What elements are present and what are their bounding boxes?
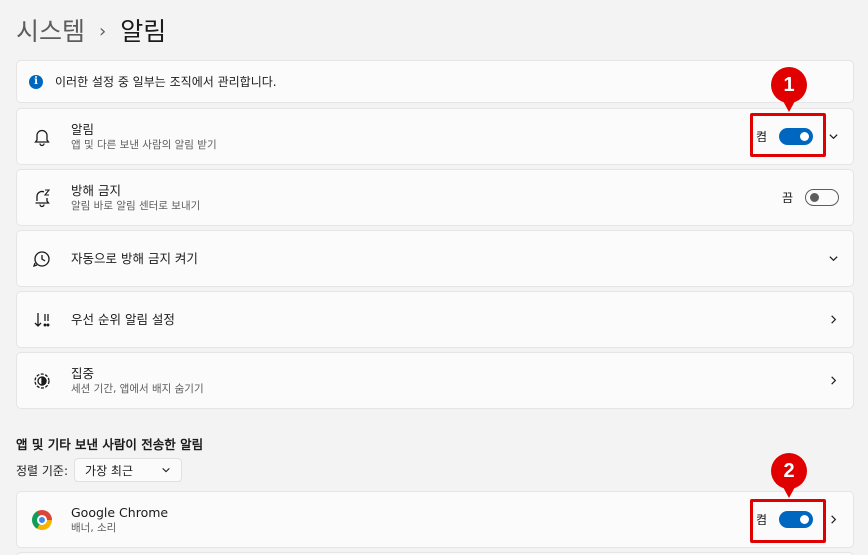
auto-dnd-row[interactable]: 자동으로 방해 금지 켜기 (16, 230, 854, 287)
chevron-down-icon (162, 467, 170, 473)
breadcrumb: 시스템 › 알림 (16, 12, 166, 48)
chevron-down-icon[interactable] (827, 131, 839, 143)
app-row-google-chrome[interactable]: Google Chrome 배너, 소리 켬 (16, 491, 854, 548)
sort-dropdown[interactable]: 가장 최근 (74, 458, 183, 482)
sort-label: 정렬 기준: (16, 463, 69, 478)
annotation-marker-1: 1 (771, 67, 807, 112)
chevron-right-icon[interactable] (827, 375, 839, 387)
notifications-row[interactable]: 알림 앱 및 다른 보낸 사람의 알림 받기 켬 (16, 108, 854, 165)
bell-icon (31, 126, 53, 148)
dnd-toggle[interactable] (805, 189, 839, 206)
chrome-title: Google Chrome (71, 504, 169, 520)
auto-dnd-title: 자동으로 방해 금지 켜기 (71, 251, 198, 266)
sort-row: 정렬 기준: 가장 최근 (16, 458, 183, 482)
page-title: 알림 (120, 17, 167, 46)
dnd-subtitle: 알림 바로 알림 센터로 보내기 (71, 199, 201, 212)
priority-sort-icon (31, 309, 53, 331)
priority-title: 우선 순위 알림 설정 (71, 312, 175, 327)
chevron-down-icon[interactable] (827, 253, 839, 265)
info-text: 이러한 설정 중 일부는 조직에서 관리합니다. (55, 75, 277, 89)
focus-title: 집중 (71, 365, 95, 381)
dnd-title: 방해 금지 (71, 182, 121, 198)
chevron-right-icon[interactable] (827, 514, 839, 526)
notifications-subtitle: 앱 및 다른 보낸 사람의 알림 받기 (71, 138, 217, 151)
info-icon: i (29, 74, 43, 89)
clock-icon (31, 248, 53, 270)
dnd-toggle-label: 끔 (781, 191, 793, 205)
annotation-marker-2: 2 (771, 453, 807, 498)
managed-info-banner: i 이러한 설정 중 일부는 조직에서 관리합니다. (16, 60, 854, 103)
bell-snooze-icon (31, 187, 53, 209)
callout-box-chrome-toggle (750, 499, 826, 543)
chrome-subtitle: 배너, 소리 (71, 521, 117, 534)
breadcrumb-parent[interactable]: 시스템 (16, 12, 85, 48)
notifications-title: 알림 (71, 121, 95, 137)
sort-value: 가장 최근 (85, 463, 134, 478)
chrome-icon (31, 509, 53, 531)
focus-icon (31, 370, 53, 392)
apps-section-title: 앱 및 기타 보낸 사람이 전송한 알림 (16, 437, 204, 452)
breadcrumb-separator: › (99, 20, 107, 42)
focus-subtitle: 세션 기간, 앱에서 배지 숨기기 (71, 382, 204, 395)
do-not-disturb-row[interactable]: 방해 금지 알림 바로 알림 센터로 보내기 끔 (16, 169, 854, 226)
chevron-right-icon[interactable] (827, 314, 839, 326)
focus-row[interactable]: 집중 세션 기간, 앱에서 배지 숨기기 (16, 352, 854, 409)
priority-notifications-row[interactable]: 우선 순위 알림 설정 (16, 291, 854, 348)
callout-box-notifications-toggle (750, 113, 826, 157)
